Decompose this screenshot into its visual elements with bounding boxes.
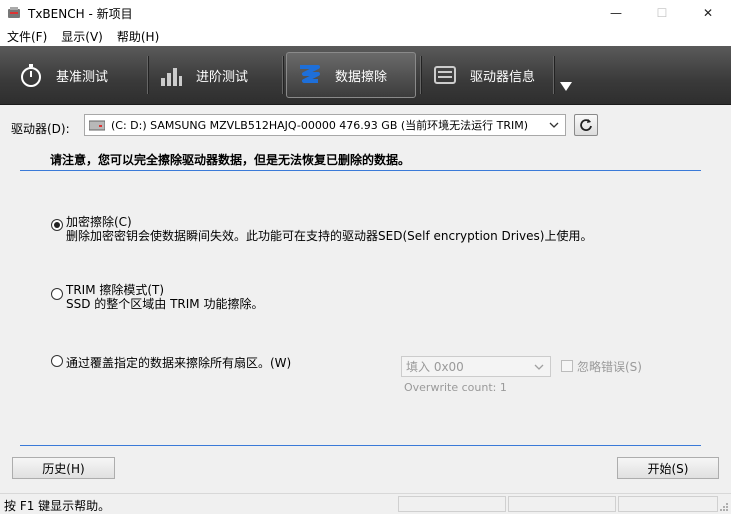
tab-advanced[interactable]: 进阶测试 [158, 52, 278, 98]
tab-drive-info[interactable]: 驱动器信息 [432, 52, 552, 98]
resize-grip-icon[interactable] [719, 502, 729, 512]
fill-pattern-select[interactable]: 填入 0x00 [401, 356, 551, 377]
tab-label: 数据擦除 [335, 69, 388, 85]
more-tabs-arrow-icon[interactable] [560, 82, 572, 91]
tab-label: 进阶测试 [196, 69, 249, 85]
status-pane [618, 496, 718, 512]
drive-select[interactable]: (C: D:) SAMSUNG MZVLB512HAJQ-00000 476.9… [84, 114, 566, 136]
ignore-errors-checkbox[interactable] [561, 360, 573, 372]
chevron-down-icon [534, 364, 544, 370]
drive-select-value: (C: D:) SAMSUNG MZVLB512HAJQ-00000 476.9… [111, 119, 529, 132]
overwrite-erase-title[interactable]: 通过覆盖指定的数据来擦除所有扇区。(W) [66, 354, 291, 371]
erase-icon [300, 65, 320, 83]
app-icon [8, 7, 20, 18]
chevron-down-icon [549, 122, 559, 128]
menu-bar: 文件(F) 显示(V) 帮助(H) [0, 26, 731, 46]
menu-view[interactable]: 显示(V) [54, 28, 110, 45]
tab-divider [147, 56, 149, 94]
crypto-erase-desc: 删除加密密钥会使数据瞬间失效。此功能可在支持的驱动器SED(Self encry… [66, 229, 593, 243]
divider-top [20, 170, 701, 171]
erase-panel: 驱动器(D): (C: D:) SAMSUNG MZVLB512HAJQ-000… [0, 105, 731, 493]
warning-text: 请注意，您可以完全擦除驱动器数据，但是无法恢复已删除的数据。 [50, 153, 411, 167]
trim-erase-desc: SSD 的整个区域由 TRIM 功能擦除。 [66, 297, 264, 311]
overwrite-count: Overwrite count: 1 [404, 381, 507, 394]
drive-info-icon [434, 66, 456, 84]
status-pane [398, 496, 506, 512]
trim-erase-radio[interactable] [51, 288, 63, 300]
tab-label: 基准测试 [56, 69, 109, 85]
tab-divider [282, 56, 284, 94]
refresh-icon [580, 119, 592, 131]
drive-label: 驱动器(D): [11, 122, 70, 136]
overwrite-erase-radio[interactable] [51, 355, 63, 367]
tab-divider [420, 56, 422, 94]
toolbar: 基准测试 进阶测试 数据擦除 驱动器信息 [0, 46, 731, 105]
tab-data-erase[interactable]: 数据擦除 [286, 52, 416, 98]
title-bar: TxBENCH - 新项目 — ☐ ✕ [0, 0, 731, 26]
status-text: 按 F1 键显示帮助。 [4, 499, 111, 513]
tab-label: 驱动器信息 [470, 69, 536, 85]
status-bar: 按 F1 键显示帮助。 [0, 493, 731, 514]
close-button[interactable]: ✕ [685, 0, 731, 26]
start-button[interactable]: 开始(S) [617, 457, 719, 479]
fill-pattern-value: 填入 0x00 [406, 360, 464, 374]
refresh-button[interactable] [574, 114, 598, 136]
ignore-errors-label: 忽略错误(S) [577, 360, 642, 374]
hard-drive-icon [89, 120, 105, 131]
window-title: TxBENCH - 新项目 [28, 6, 133, 21]
bar-chart-icon [161, 68, 182, 86]
crypto-erase-radio[interactable] [51, 219, 63, 231]
stopwatch-icon [21, 64, 41, 87]
minimize-button[interactable]: — [593, 0, 639, 26]
menu-help[interactable]: 帮助(H) [110, 28, 166, 45]
menu-file[interactable]: 文件(F) [0, 28, 54, 45]
divider-bottom [20, 445, 701, 446]
history-button[interactable]: 历史(H) [12, 457, 115, 479]
status-pane [508, 496, 616, 512]
maximize-button[interactable]: ☐ [639, 0, 685, 26]
tab-benchmark[interactable]: 基准测试 [18, 52, 138, 98]
tab-divider [553, 56, 555, 94]
